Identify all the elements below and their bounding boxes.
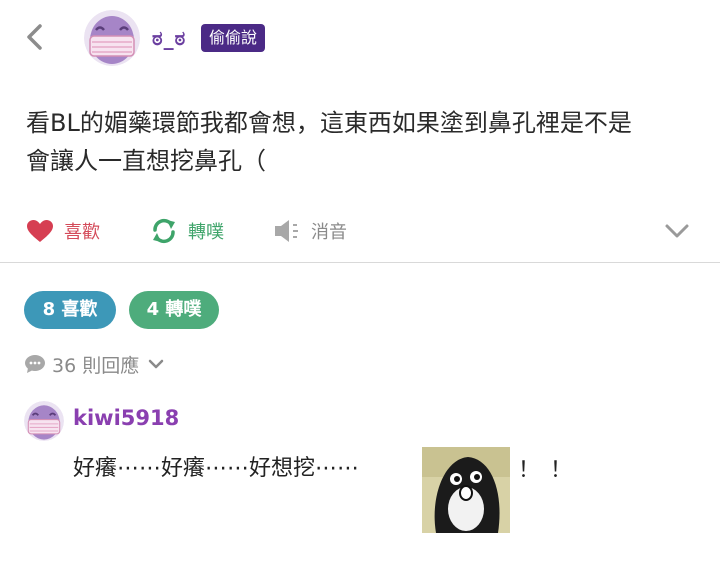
post-line: 會讓人一直想挖鼻孔（: [26, 147, 266, 175]
anonymous-mask-avatar: [84, 10, 140, 66]
mute-label: 消音: [311, 222, 347, 243]
speech-bubble-icon: [25, 355, 45, 373]
anonymous-badge: 偷偷說: [201, 24, 266, 52]
commenter-avatar[interactable]: [24, 401, 64, 441]
responses-count: 36 則回應: [52, 354, 140, 377]
penguin-sticker: [422, 447, 510, 533]
penguin-sticker-image: [422, 447, 510, 533]
refresh-icon: [153, 218, 175, 244]
anonymous-mask-avatar: [24, 401, 64, 441]
heart-icon: [27, 220, 53, 242]
responses-toggle[interactable]: 36 則回應: [24, 350, 171, 378]
back-button[interactable]: [22, 22, 48, 52]
divider: [0, 262, 720, 263]
chevron-down-icon: [148, 359, 164, 369]
poster-username[interactable]: ಠ_ಠ: [152, 26, 186, 50]
like-button[interactable]: 喜歡: [26, 216, 100, 246]
comment-exclamations: ！！: [518, 458, 583, 483]
speaker-mute-icon: [275, 220, 298, 242]
post-line: 看BL的媚藥環節我都會想，這東西如果塗到鼻孔裡是不是: [26, 109, 632, 137]
replurk-label: 轉噗: [188, 222, 224, 243]
replurk-button[interactable]: 轉噗: [150, 216, 224, 246]
commenter-username[interactable]: kiwi5918: [73, 406, 179, 430]
like-label: 喜歡: [64, 222, 100, 243]
more-options-button[interactable]: [662, 218, 692, 244]
replurks-count-pill[interactable]: 4 轉噗: [129, 291, 219, 329]
mute-button[interactable]: 消音: [273, 216, 347, 246]
comment-text: 好癢⋯⋯好癢⋯⋯好想挖⋯⋯: [73, 456, 360, 481]
chevron-left-icon: [27, 24, 42, 50]
post-content: 看BL的媚藥環節我都會想，這東西如果塗到鼻孔裡是不是 會讓人一直想挖鼻孔（: [26, 104, 706, 180]
likes-count-pill[interactable]: 8 喜歡: [24, 291, 116, 329]
chevron-down-icon: [665, 224, 689, 238]
avatar[interactable]: [84, 10, 140, 66]
